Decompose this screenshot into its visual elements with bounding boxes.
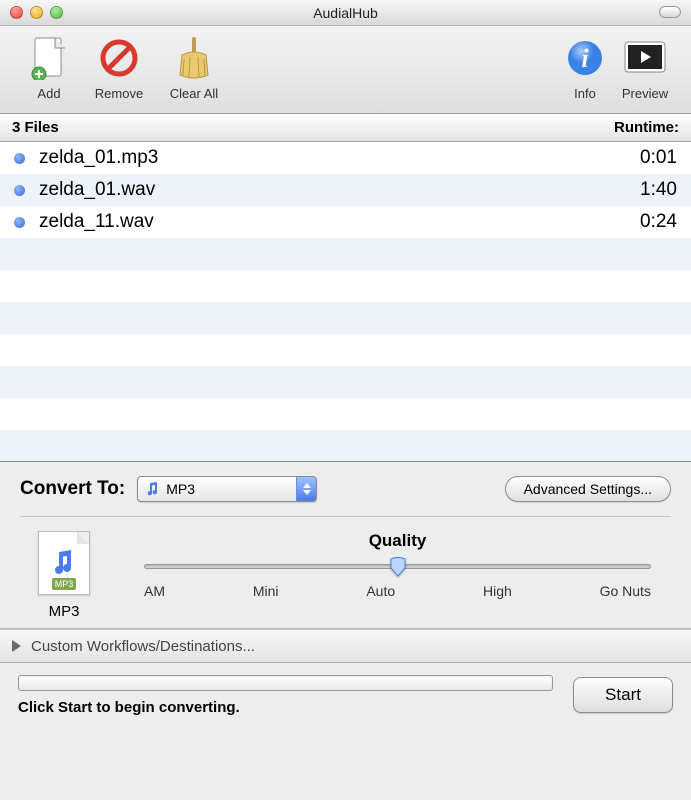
format-name-label: MP3 (49, 603, 80, 620)
list-item (0, 270, 691, 302)
file-list: zelda_01.mp30:01zelda_01.wav1:40zelda_11… (0, 142, 691, 462)
info-label: Info (574, 86, 596, 101)
add-label: Add (37, 86, 60, 101)
quality-tick-label: Mini (253, 583, 279, 599)
list-item (0, 430, 691, 462)
clear-all-button[interactable]: Clear All (154, 32, 234, 101)
status-text: Click Start to begin converting. (18, 699, 553, 716)
format-selected-text: MP3 (166, 481, 195, 497)
document-add-icon (27, 36, 71, 80)
footer: Click Start to begin converting. Start (0, 663, 691, 727)
slider-thumb-icon (389, 557, 407, 577)
add-button[interactable]: Add (14, 32, 84, 101)
svg-text:i: i (581, 44, 589, 73)
list-header: 3 Files Runtime: (0, 114, 691, 142)
list-item (0, 302, 691, 334)
file-name: zelda_01.mp3 (39, 147, 640, 169)
toolbar-toggle-button[interactable] (659, 6, 681, 18)
runtime-header-label: Runtime: (614, 119, 679, 136)
zoom-window-button[interactable] (50, 6, 63, 19)
quality-tick-label: Auto (366, 583, 395, 599)
start-button[interactable]: Start (573, 677, 673, 713)
music-note-icon (144, 481, 160, 497)
file-name: zelda_11.wav (39, 211, 640, 233)
list-item[interactable]: zelda_01.mp30:01 (0, 142, 691, 174)
list-item (0, 398, 691, 430)
file-duration: 0:24 (640, 211, 677, 233)
popup-arrows-icon (296, 477, 316, 501)
quality-tick-label: High (483, 583, 512, 599)
convert-to-label: Convert To: (20, 478, 125, 500)
start-button-label: Start (605, 685, 641, 705)
format-preview: MP3 MP3 (24, 531, 104, 620)
list-item[interactable]: zelda_01.wav1:40 (0, 174, 691, 206)
file-name: zelda_01.wav (39, 179, 640, 201)
file-duration: 0:01 (640, 147, 677, 169)
preview-button[interactable]: Preview (613, 32, 677, 101)
list-item[interactable]: zelda_11.wav0:24 (0, 206, 691, 238)
format-file-icon: MP3 (38, 531, 90, 595)
list-item (0, 366, 691, 398)
quality-tick-label: Go Nuts (600, 583, 651, 599)
remove-button[interactable]: Remove (84, 32, 154, 101)
list-item (0, 238, 691, 270)
quality-label: Quality (144, 531, 651, 551)
preview-label: Preview (622, 86, 668, 101)
app-window: AudialHub Add Remove (0, 0, 691, 800)
format-popup[interactable]: MP3 (137, 476, 317, 502)
file-count-label: 3 Files (12, 119, 59, 136)
status-dot-icon (14, 185, 25, 196)
format-tag: MP3 (52, 578, 77, 590)
progress-bar (18, 675, 553, 691)
advanced-settings-label: Advanced Settings... (524, 481, 652, 497)
file-duration: 1:40 (640, 179, 677, 201)
settings-panel: Convert To: MP3 Advanced Settings... MP3… (0, 462, 691, 629)
status-dot-icon (14, 217, 25, 228)
info-icon: i (563, 36, 607, 80)
custom-workflows-disclosure[interactable]: Custom Workflows/Destinations... (0, 629, 691, 663)
remove-label: Remove (95, 86, 143, 101)
quality-slider[interactable] (144, 555, 651, 577)
list-item (0, 334, 691, 366)
window-title: AudialHub (0, 5, 691, 21)
clear-all-label: Clear All (170, 86, 218, 101)
advanced-settings-button[interactable]: Advanced Settings... (505, 476, 671, 502)
broom-icon (172, 36, 216, 80)
disclosure-label: Custom Workflows/Destinations... (31, 638, 255, 655)
toolbar: Add Remove Clear All (0, 26, 691, 114)
preview-icon (623, 36, 667, 80)
remove-icon (97, 36, 141, 80)
disclosure-triangle-icon (12, 640, 21, 652)
close-window-button[interactable] (10, 6, 23, 19)
status-dot-icon (14, 153, 25, 164)
info-button[interactable]: i Info (557, 32, 613, 101)
minimize-window-button[interactable] (30, 6, 43, 19)
quality-tick-label: AM (144, 583, 165, 599)
title-bar: AudialHub (0, 0, 691, 26)
